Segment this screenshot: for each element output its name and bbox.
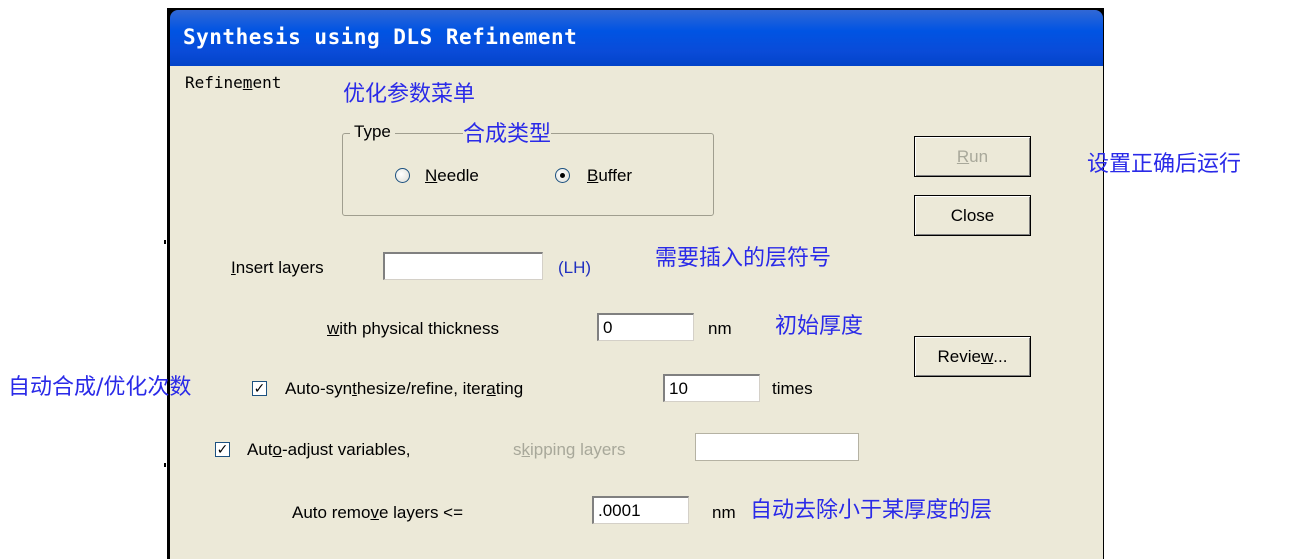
skipping-layers-input[interactable] bbox=[695, 433, 859, 461]
buffer-radio[interactable] bbox=[555, 168, 570, 183]
auto-remove-label: Auto remove layers <= bbox=[292, 503, 464, 522]
auto-synth-label[interactable]: Auto-synthesize/refine, iterating bbox=[285, 379, 523, 399]
review-button[interactable]: Revie w... bbox=[914, 336, 1031, 377]
thickness-input[interactable]: 0 bbox=[597, 313, 694, 341]
thickness-label: with physical thickness bbox=[327, 319, 499, 338]
edge-mark bbox=[164, 240, 166, 244]
annotation-type: 合成类型 bbox=[463, 116, 552, 148]
annotation-menu: 优化参数菜单 bbox=[343, 82, 476, 107]
thickness-unit: nm bbox=[708, 319, 732, 338]
needle-radio[interactable] bbox=[395, 168, 410, 183]
annotation-auto-synth: 自动合成/优化次数 bbox=[8, 375, 192, 400]
close-button[interactable]: Close bbox=[914, 195, 1031, 236]
window-title: Synthesis using DLS Refinement bbox=[183, 25, 578, 49]
skipping-layers-label: skipping layers bbox=[513, 440, 626, 459]
menu-refinement[interactable]: Refinement bbox=[185, 73, 281, 92]
auto-remove-unit: nm bbox=[712, 503, 736, 522]
iterations-input[interactable]: 10 bbox=[663, 374, 760, 402]
auto-remove-input[interactable]: .0001 bbox=[592, 496, 689, 524]
run-button[interactable]: Run bbox=[914, 136, 1031, 177]
buffer-label[interactable]: Buffer bbox=[587, 166, 632, 186]
insert-layers-input[interactable] bbox=[383, 252, 543, 280]
annotation-run: 设置正确后运行 bbox=[1087, 152, 1242, 177]
auto-synth-checkbox[interactable]: ✓ bbox=[252, 381, 267, 396]
type-group-label: Type bbox=[350, 122, 395, 142]
needle-label[interactable]: Needle bbox=[425, 166, 479, 186]
insert-layers-label: Insert layers bbox=[231, 258, 324, 277]
annotation-remove: 自动去除小于某厚度的层 bbox=[750, 498, 993, 523]
edge-mark bbox=[164, 463, 166, 467]
annotation-insert: 需要插入的层符号 bbox=[655, 246, 832, 271]
insert-layers-suffix: (LH) bbox=[558, 258, 592, 277]
iterations-unit: times bbox=[772, 379, 813, 398]
annotation-thickness: 初始厚度 bbox=[775, 314, 864, 339]
auto-adjust-checkbox[interactable]: ✓ bbox=[215, 442, 230, 457]
auto-adjust-label[interactable]: Auto-adjust variables, bbox=[247, 440, 411, 460]
